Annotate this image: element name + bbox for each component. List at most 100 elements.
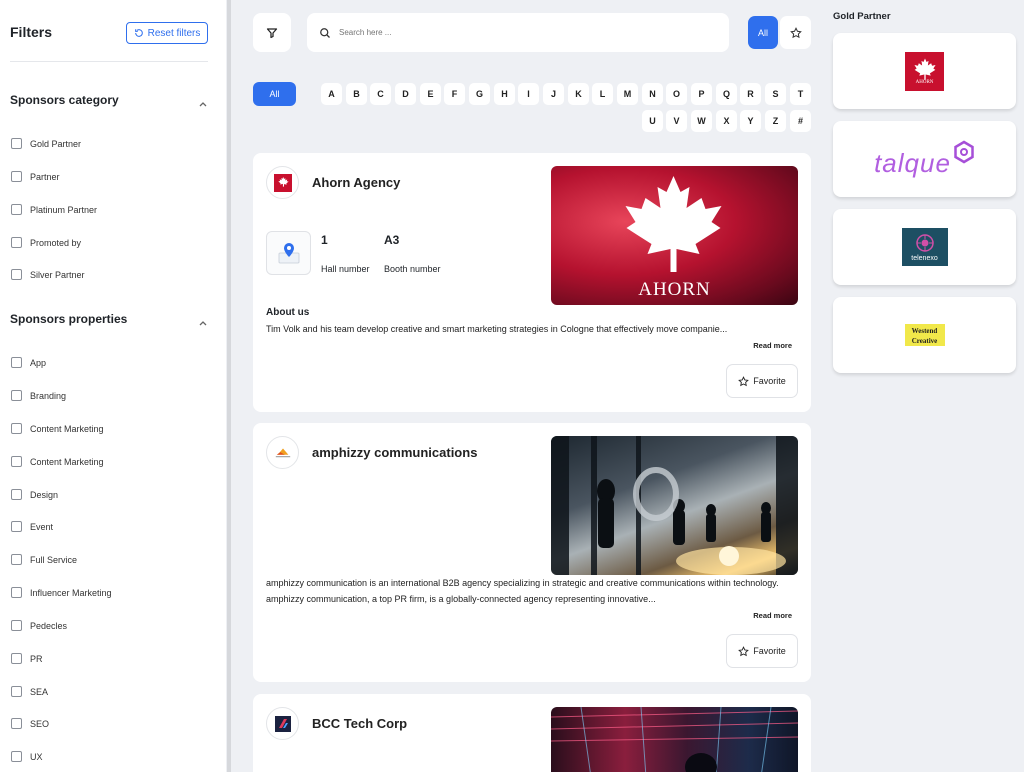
checkbox[interactable] — [11, 653, 22, 664]
sponsor-name[interactable]: amphizzy communications — [312, 445, 477, 460]
search-input[interactable] — [339, 28, 699, 37]
letter-n-button[interactable]: N — [642, 83, 663, 105]
sponsor-card-bcc[interactable]: BCC Tech Corp — [253, 694, 811, 772]
checkbox-design[interactable]: Design — [11, 489, 58, 500]
letter-b-button[interactable]: B — [346, 83, 367, 105]
favorite-label: Favorite — [753, 376, 786, 386]
checkbox-silver-partner[interactable]: Silver Partner — [11, 269, 85, 280]
checkbox-gold-partner[interactable]: Gold Partner — [11, 138, 81, 149]
checkbox[interactable] — [11, 718, 22, 729]
checkbox[interactable] — [11, 554, 22, 565]
checkbox-influencer-marketing[interactable]: Influencer Marketing — [11, 587, 112, 598]
letter-hash-button[interactable]: # — [790, 110, 811, 132]
checkbox[interactable] — [11, 587, 22, 598]
talque-logo-text: talque — [874, 147, 951, 178]
checkbox-content-marketing[interactable]: Content Marketing — [11, 423, 104, 434]
letter-z-button[interactable]: Z — [765, 110, 786, 132]
search-bar[interactable] — [307, 13, 729, 52]
letter-f-button[interactable]: F — [444, 83, 465, 105]
checkbox[interactable] — [11, 357, 22, 368]
letter-r-button[interactable]: R — [740, 83, 761, 105]
checkbox[interactable] — [11, 423, 22, 434]
location-map[interactable] — [266, 231, 311, 275]
amphizzy-logo-mark — [275, 448, 290, 457]
chevron-up-icon[interactable] — [198, 318, 208, 328]
read-more-link[interactable]: Read more — [753, 341, 792, 350]
westend-logo: Westend Creative — [904, 324, 945, 346]
alphabet-all-button[interactable]: All — [253, 82, 296, 106]
checkbox-full-service[interactable]: Full Service — [11, 554, 77, 565]
letter-u-button[interactable]: U — [642, 110, 663, 132]
letter-w-button[interactable]: W — [691, 110, 712, 132]
checkbox-branding[interactable]: Branding — [11, 390, 66, 401]
sponsor-name[interactable]: BCC Tech Corp — [312, 716, 407, 731]
maple-leaf-icon — [625, 176, 722, 272]
checkbox-event[interactable]: Event — [11, 521, 53, 532]
sponsor-card-amphizzy[interactable]: amphizzy communications amphizzy communi… — [253, 423, 811, 682]
checkbox[interactable] — [11, 204, 22, 215]
letter-p-button[interactable]: P — [691, 83, 712, 105]
letter-t-button[interactable]: T — [790, 83, 811, 105]
reset-filters-button[interactable]: Reset filters — [126, 22, 208, 44]
gold-partner-telenexo[interactable]: telenexo — [833, 209, 1016, 285]
checkbox-promoted-by[interactable]: Promoted by — [11, 237, 81, 248]
letter-o-button[interactable]: O — [666, 83, 687, 105]
checkbox-content-marketing-2[interactable]: Content Marketing — [11, 456, 104, 467]
gold-partner-ahorn[interactable]: AHORN — [833, 33, 1016, 109]
letter-i-button[interactable]: I — [518, 83, 539, 105]
letter-h-button[interactable]: H — [494, 83, 515, 105]
checkbox[interactable] — [11, 138, 22, 149]
checkbox[interactable] — [11, 620, 22, 631]
sponsor-card-ahorn[interactable]: Ahorn Agency 1 Hall number A3 Booth numb… — [253, 153, 811, 412]
show-all-button[interactable]: All — [748, 16, 778, 49]
checkbox[interactable] — [11, 171, 22, 182]
letter-g-button[interactable]: G — [469, 83, 490, 105]
divider — [10, 61, 208, 62]
checkbox[interactable] — [11, 686, 22, 697]
letter-l-button[interactable]: L — [592, 83, 613, 105]
checkbox[interactable] — [11, 269, 22, 280]
letter-e-button[interactable]: E — [420, 83, 441, 105]
checkbox-label: Content Marketing — [30, 423, 104, 434]
hexagon-icon — [954, 140, 974, 164]
favorite-button[interactable]: Favorite — [726, 364, 798, 398]
favorite-button[interactable]: Favorite — [726, 634, 798, 668]
letter-q-button[interactable]: Q — [716, 83, 737, 105]
checkbox[interactable] — [11, 521, 22, 532]
gold-partner-talque[interactable]: talque — [833, 121, 1016, 197]
letter-m-button[interactable]: M — [617, 83, 638, 105]
gold-partner-westend[interactable]: Westend Creative — [833, 297, 1016, 373]
checkbox-ux[interactable]: UX — [11, 751, 43, 762]
checkbox[interactable] — [11, 751, 22, 762]
star-icon — [738, 375, 750, 386]
filter-toggle-button[interactable] — [253, 13, 291, 52]
sidebar-scrollbar[interactable] — [227, 0, 231, 772]
sponsor-name[interactable]: Ahorn Agency — [312, 175, 400, 190]
reset-filters-label: Reset filters — [147, 27, 201, 39]
checkbox-pedecles[interactable]: Pedecles — [11, 620, 67, 631]
checkbox-sea[interactable]: SEA — [11, 686, 48, 697]
letter-x-button[interactable]: X — [716, 110, 737, 132]
letter-a-button[interactable]: A — [321, 83, 342, 105]
checkbox[interactable] — [11, 237, 22, 248]
read-more-link[interactable]: Read more — [753, 611, 792, 620]
checkbox-partner[interactable]: Partner — [11, 171, 60, 182]
chevron-up-icon[interactable] — [198, 99, 208, 109]
checkbox-label: Promoted by — [30, 237, 82, 248]
checkbox-seo[interactable]: SEO — [11, 718, 49, 729]
checkbox-pr[interactable]: PR — [11, 653, 43, 664]
letter-k-button[interactable]: K — [568, 83, 589, 105]
checkbox[interactable] — [11, 390, 22, 401]
letter-j-button[interactable]: J — [543, 83, 564, 105]
letter-y-button[interactable]: Y — [740, 110, 761, 132]
letter-c-button[interactable]: C — [370, 83, 391, 105]
checkbox[interactable] — [11, 489, 22, 500]
favorites-filter-button[interactable] — [780, 16, 811, 49]
letter-v-button[interactable]: V — [666, 110, 687, 132]
checkbox-app[interactable]: App — [11, 357, 46, 368]
letter-s-button[interactable]: S — [765, 83, 786, 105]
checkbox[interactable] — [11, 456, 22, 467]
checkbox-platinum-partner[interactable]: Platinum Partner — [11, 204, 97, 215]
checkbox-label: Branding — [30, 390, 67, 401]
letter-d-button[interactable]: D — [395, 83, 416, 105]
